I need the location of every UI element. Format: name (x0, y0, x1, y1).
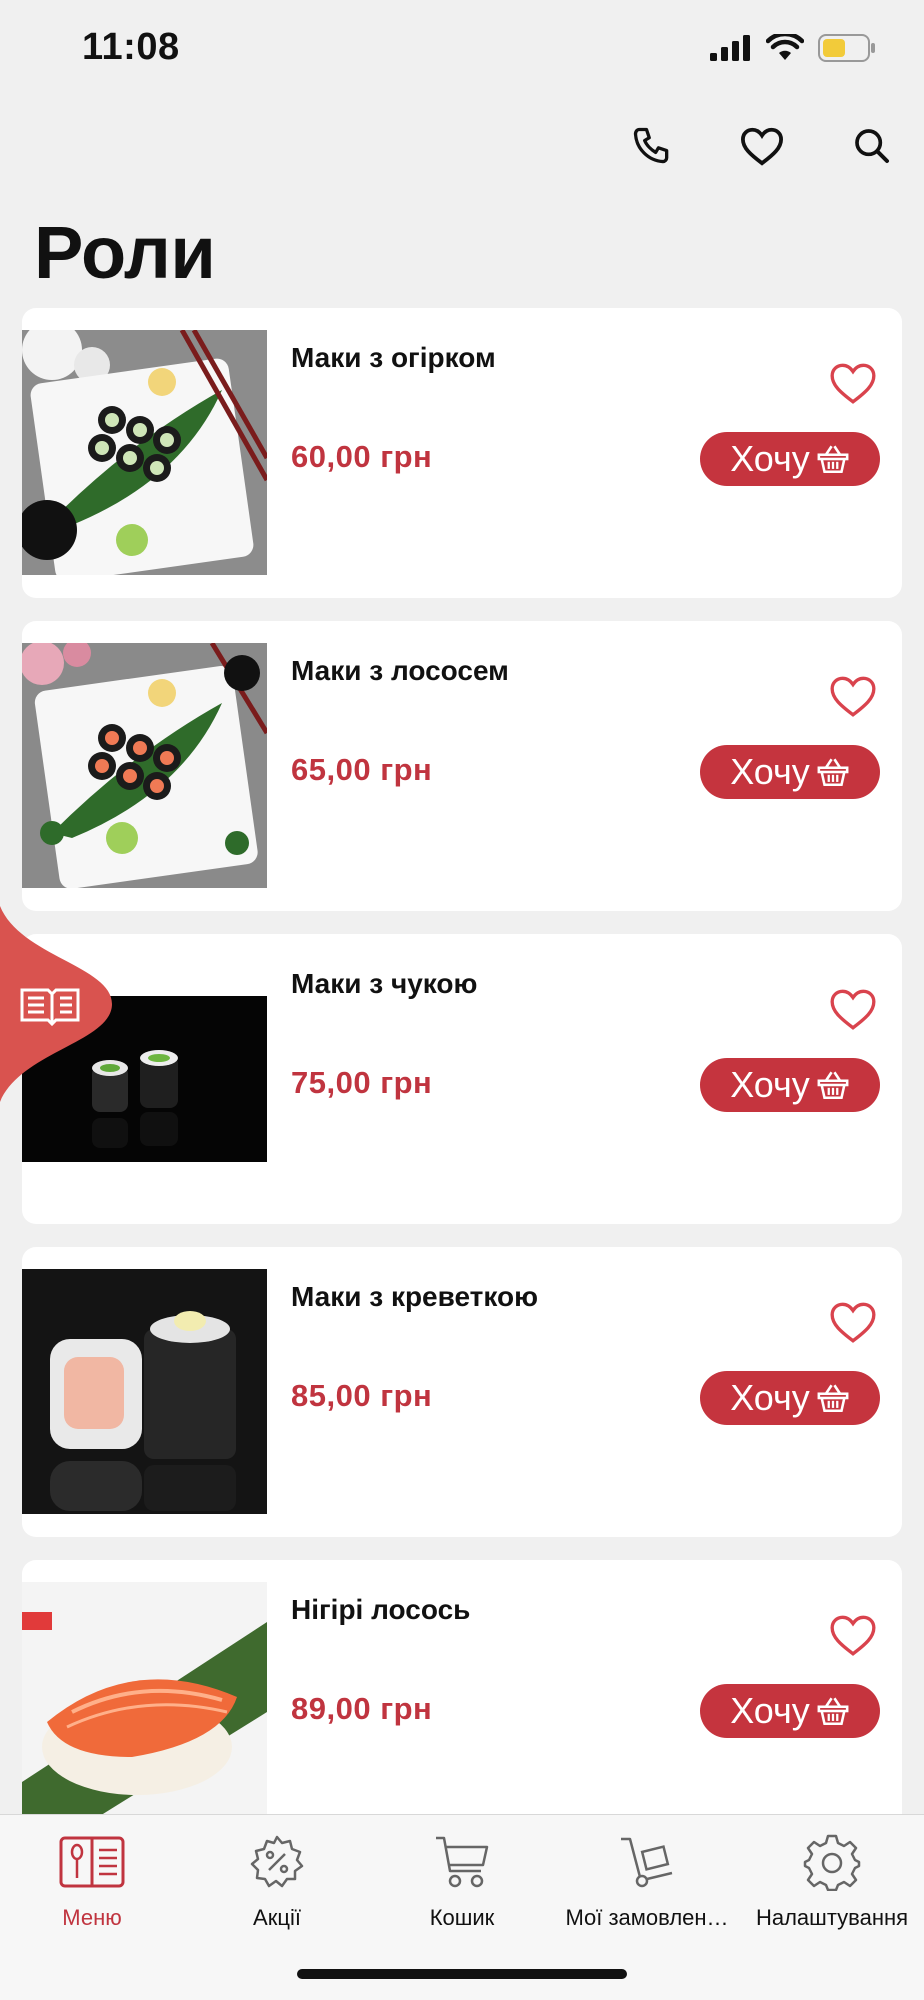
tab-label: Меню (62, 1905, 122, 1930)
add-to-cart-button[interactable]: Хочу (700, 1058, 880, 1112)
basket-icon (817, 1071, 849, 1100)
product-list: Маки з огірком 60,00 грн Хочу Маки з лос… (22, 308, 902, 1820)
product-name: Маки з огірком (291, 342, 496, 373)
sushi-photo-icon (22, 1269, 267, 1514)
sushi-photo-icon (22, 330, 267, 575)
product-card[interactable]: Маки з лососем 65,00 грн Хочу (22, 621, 902, 911)
status-bar: 11:08 (0, 0, 924, 100)
bottom-tab-bar: Меню Акції Кошик Мої замовлен… Налаштува… (0, 1814, 924, 2000)
discount-gear-icon (244, 1829, 310, 1895)
add-to-cart-button[interactable]: Хочу (700, 1371, 880, 1425)
tab-label: Акції (253, 1905, 301, 1930)
add-to-cart-button[interactable]: Хочу (700, 1684, 880, 1738)
product-card[interactable]: Маки з чукою 75,00 грн Хочу (22, 934, 902, 1224)
heart-outline-icon (830, 676, 876, 717)
product-name: Маки з креветкою (291, 1281, 539, 1312)
heart-outline-icon (830, 1615, 876, 1656)
product-price: 60,00 грн (291, 439, 433, 474)
product-price: 65,00 грн (291, 752, 433, 787)
side-menu-tab[interactable] (0, 906, 112, 1102)
sushi-photo-icon (22, 1582, 267, 1820)
product-card[interactable]: Нігірі лосось 89,00 грн Хочу (22, 1560, 902, 1820)
product-name: Нігірі лосось (291, 1594, 471, 1625)
add-to-cart-label: Хочу (730, 1377, 810, 1418)
basket-icon (817, 1697, 849, 1726)
sushi-photo-icon (22, 643, 267, 888)
add-to-cart-label: Хочу (730, 438, 810, 479)
header-actions (626, 120, 898, 172)
tab-label: Мої замовлен… (565, 1905, 729, 1930)
tab-menu[interactable]: Меню (0, 1829, 184, 1931)
product-image[interactable] (22, 1582, 267, 1820)
search-button[interactable] (846, 120, 898, 172)
tab-promotions[interactable]: Акції (185, 1829, 369, 1931)
battery-icon (818, 34, 875, 62)
tab-my-orders[interactable]: Мої замовлен… (555, 1829, 739, 1931)
heart-icon (740, 127, 784, 166)
heart-outline-icon (830, 363, 876, 404)
basket-icon (817, 1384, 849, 1413)
product-image[interactable] (22, 1269, 267, 1514)
open-book-icon (0, 906, 112, 1102)
page-title: Роли (34, 211, 216, 294)
product-card[interactable]: Маки з креветкою 85,00 грн Хочу (22, 1247, 902, 1537)
product-image[interactable] (22, 643, 267, 888)
tab-label: Кошик (429, 1905, 495, 1930)
add-to-cart-label: Хочу (730, 1690, 810, 1731)
product-price: 89,00 грн (291, 1691, 433, 1726)
tab-cart[interactable]: Кошик (370, 1829, 554, 1931)
product-name: Маки з чукою (291, 968, 478, 999)
basket-icon (817, 758, 849, 787)
cart-icon (429, 1829, 495, 1895)
favorites-button[interactable] (736, 120, 788, 172)
favorite-button[interactable] (828, 360, 878, 406)
status-icons (710, 34, 876, 62)
add-to-cart-button[interactable]: Хочу (700, 432, 880, 486)
add-to-cart-button[interactable]: Хочу (700, 745, 880, 799)
product-price: 85,00 грн (291, 1378, 433, 1413)
favorite-button[interactable] (828, 1612, 878, 1658)
settings-gear-icon (799, 1829, 865, 1895)
call-button[interactable] (626, 120, 678, 172)
product-image[interactable] (22, 330, 267, 575)
add-to-cart-label: Хочу (730, 1064, 810, 1105)
status-time: 11:08 (82, 26, 180, 68)
menu-book-icon (59, 1829, 125, 1895)
favorite-button[interactable] (828, 986, 878, 1032)
tab-label: Налаштування (755, 1905, 909, 1930)
cellular-signal-icon (710, 35, 750, 61)
phone-icon (633, 127, 669, 164)
product-price: 75,00 грн (291, 1065, 433, 1100)
heart-outline-icon (830, 989, 876, 1030)
home-indicator[interactable] (297, 1969, 627, 1979)
basket-icon (817, 445, 849, 474)
hand-truck-icon (614, 1829, 680, 1895)
product-name: Маки з лососем (291, 655, 509, 686)
add-to-cart-label: Хочу (730, 751, 810, 792)
heart-outline-icon (830, 1302, 876, 1343)
product-card[interactable]: Маки з огірком 60,00 грн Хочу (22, 308, 902, 598)
favorite-button[interactable] (828, 673, 878, 719)
tab-settings[interactable]: Налаштування (740, 1829, 924, 1931)
search-icon (855, 129, 889, 163)
wifi-icon (766, 34, 804, 60)
favorite-button[interactable] (828, 1299, 878, 1345)
